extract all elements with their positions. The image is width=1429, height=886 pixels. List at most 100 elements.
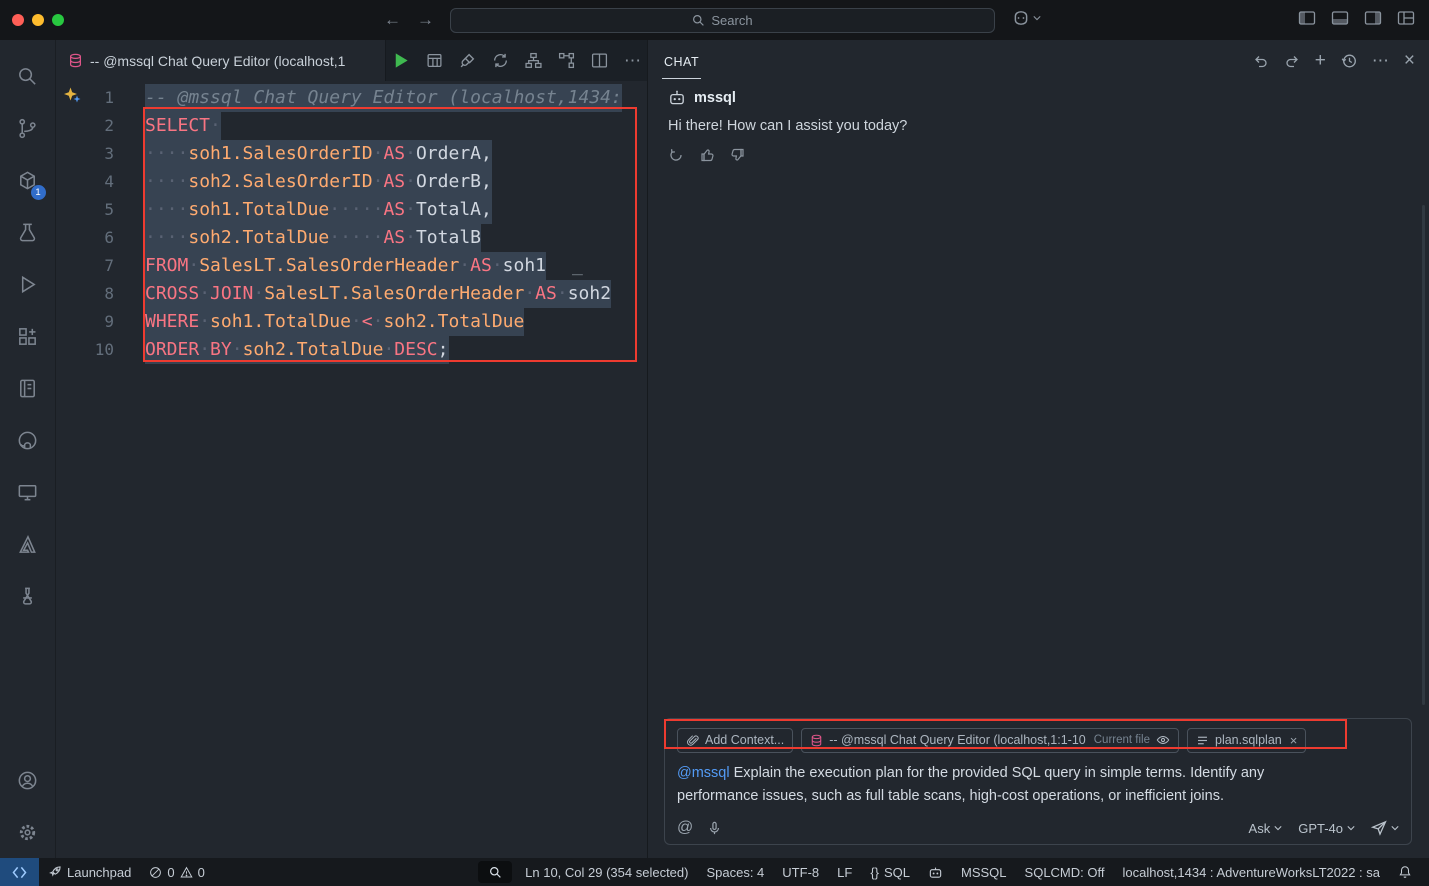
eol-item[interactable]: LF — [828, 858, 861, 886]
redo-icon[interactable] — [1284, 53, 1300, 69]
close-panel-icon[interactable]: × — [1404, 50, 1415, 72]
remote-explorer-icon[interactable]: 1 — [6, 154, 50, 206]
code-line[interactable]: 5····soh1.TotalDue·····AS·TotalA, — [56, 196, 647, 224]
minimize-window-button[interactable] — [32, 14, 44, 26]
thumbs-down-icon[interactable] — [730, 147, 746, 163]
scrollbar[interactable] — [1422, 205, 1425, 705]
history-icon[interactable] — [1341, 53, 1357, 69]
chat-input-box[interactable]: Add Context... -- @mssql Chat Query Edit… — [664, 718, 1412, 845]
run-query-icon[interactable] — [391, 51, 410, 70]
remote-indicator[interactable] — [0, 858, 39, 886]
zoom-indicator[interactable] — [478, 861, 512, 883]
line-number[interactable]: 7 — [56, 252, 130, 280]
search-placeholder: Search — [711, 13, 752, 28]
mode-selector[interactable]: Ask — [1249, 821, 1283, 836]
more-icon[interactable]: ⋯ — [1372, 51, 1389, 71]
extensions-icon[interactable] — [6, 310, 50, 362]
accounts-icon[interactable] — [6, 754, 50, 806]
toggle-sidebar-icon[interactable] — [1298, 10, 1316, 26]
message-text: Hi there! How can I assist you today? — [668, 118, 1409, 134]
line-number[interactable]: 10 — [56, 336, 130, 364]
code-editor[interactable]: 1-- @mssql Chat Query Editor (localhost,… — [56, 81, 647, 858]
code-line[interactable]: 6····soh2.TotalDue·····AS·TotalB — [56, 224, 647, 252]
line-number[interactable]: 8 — [56, 280, 130, 308]
paperclip-icon — [686, 734, 699, 747]
line-number[interactable]: 6 — [56, 224, 130, 252]
indentation-item[interactable]: Spaces: 4 — [697, 858, 773, 886]
remote-windows-icon[interactable] — [6, 466, 50, 518]
line-number[interactable]: 3 — [56, 140, 130, 168]
command-center-search[interactable]: Search — [450, 8, 995, 33]
code-line[interactable]: 10ORDER·BY·soh2.TotalDue·DESC; — [56, 336, 647, 364]
code-line[interactable]: 7FROM·SalesLT.SalesOrderHeader·AS·soh1_ — [56, 252, 647, 280]
source-control-icon[interactable] — [6, 102, 50, 154]
launchpad-item[interactable]: Launchpad — [39, 858, 140, 886]
testing-icon[interactable] — [6, 206, 50, 258]
copilot-sparkle-icon[interactable] — [63, 86, 81, 104]
notifications-bell-icon[interactable] — [1389, 858, 1421, 886]
code-text: ····soh2.SalesOrderID·AS·OrderB, — [145, 168, 492, 196]
run-and-debug-icon[interactable] — [6, 258, 50, 310]
navigate-back-icon[interactable]: ← — [384, 10, 401, 30]
code-line[interactable]: 8CROSS·JOIN·SalesLT.SalesOrderHeader·AS·… — [56, 280, 647, 308]
copilot-status-item[interactable] — [919, 858, 952, 886]
undo-icon[interactable] — [1253, 53, 1269, 69]
thumbs-up-icon[interactable] — [699, 147, 715, 163]
navigate-forward-icon[interactable]: → — [417, 10, 434, 30]
customize-layout-icon[interactable] — [1397, 10, 1415, 26]
code-line[interactable]: 9WHERE·soh1.TotalDue·<·soh2.TotalDue — [56, 308, 647, 336]
add-context-button[interactable]: Add Context... — [677, 728, 793, 753]
copilot-menu[interactable] — [1012, 9, 1041, 27]
mssql-item[interactable]: MSSQL — [952, 858, 1016, 886]
code-line[interactable]: 3····soh1.SalesOrderID·AS·OrderA, — [56, 140, 647, 168]
split-editor-icon[interactable] — [591, 52, 608, 69]
editor-tab[interactable]: -- @mssql Chat Query Editor (localhost,1 — [56, 40, 386, 81]
magnifier-icon — [489, 866, 502, 879]
settings-gear-icon[interactable] — [6, 806, 50, 858]
model-selector[interactable]: GPT-4o — [1298, 821, 1355, 836]
database-projects-icon[interactable] — [6, 570, 50, 622]
plan-file-chip[interactable]: plan.sqlplan × — [1187, 728, 1306, 753]
chat-input-text[interactable]: @mssql Explain the execution plan for th… — [677, 762, 1332, 808]
line-number[interactable]: 9 — [56, 308, 130, 336]
current-file-chip[interactable]: -- @mssql Chat Query Editor (localhost,1… — [801, 728, 1179, 753]
cursor: _ — [572, 252, 583, 280]
connect-icon[interactable] — [459, 52, 476, 69]
close-window-button[interactable] — [12, 14, 24, 26]
remove-chip-icon[interactable]: × — [1290, 733, 1298, 748]
more-actions-icon[interactable]: ⋯ — [624, 56, 641, 66]
eye-icon[interactable] — [1156, 733, 1170, 747]
search-view-icon[interactable] — [6, 50, 50, 102]
line-number[interactable]: 2 — [56, 112, 130, 140]
code-line[interactable]: 4 ····soh2.SalesOrderID·AS·OrderB, — [56, 168, 647, 196]
chevron-down-icon — [1274, 825, 1282, 831]
github-icon[interactable] — [6, 414, 50, 466]
mention-context-icon[interactable]: @ — [677, 819, 693, 837]
problems-item[interactable]: 0 0 — [140, 858, 213, 886]
cursor-position[interactable]: Ln 10, Col 29 (354 selected) — [516, 858, 697, 886]
schema-designer-icon[interactable] — [525, 52, 542, 69]
azure-icon[interactable] — [6, 518, 50, 570]
line-number[interactable]: 4 — [56, 168, 130, 196]
chat-tab[interactable]: CHAT — [662, 43, 701, 79]
connection-item[interactable]: localhost,1434 : AdventureWorksLT2022 : … — [1113, 858, 1389, 886]
notebooks-icon[interactable] — [6, 362, 50, 414]
language-item[interactable]: {} SQL — [861, 858, 919, 886]
status-bar-right: Ln 10, Col 29 (354 selected) Spaces: 4 U… — [478, 858, 1429, 886]
code-line[interactable]: 1-- @mssql Chat Query Editor (localhost,… — [56, 84, 647, 112]
toggle-secondary-sidebar-icon[interactable] — [1364, 10, 1382, 26]
code-line[interactable]: 2SELECT· — [56, 112, 647, 140]
send-button[interactable] — [1371, 820, 1399, 836]
microphone-icon[interactable] — [707, 821, 722, 836]
zoom-window-button[interactable] — [52, 14, 64, 26]
new-chat-icon[interactable]: + — [1315, 50, 1326, 72]
chat-header: CHAT + ⋯ × — [648, 40, 1429, 81]
query-plan-icon[interactable] — [558, 52, 575, 69]
sqlcmd-item[interactable]: SQLCMD: Off — [1016, 858, 1114, 886]
encoding-item[interactable]: UTF-8 — [773, 858, 828, 886]
show-results-icon[interactable] — [426, 52, 443, 69]
line-number[interactable]: 5 — [56, 196, 130, 224]
toggle-panel-icon[interactable] — [1331, 10, 1349, 26]
regenerate-icon[interactable] — [668, 147, 684, 163]
change-connection-icon[interactable] — [492, 52, 509, 69]
